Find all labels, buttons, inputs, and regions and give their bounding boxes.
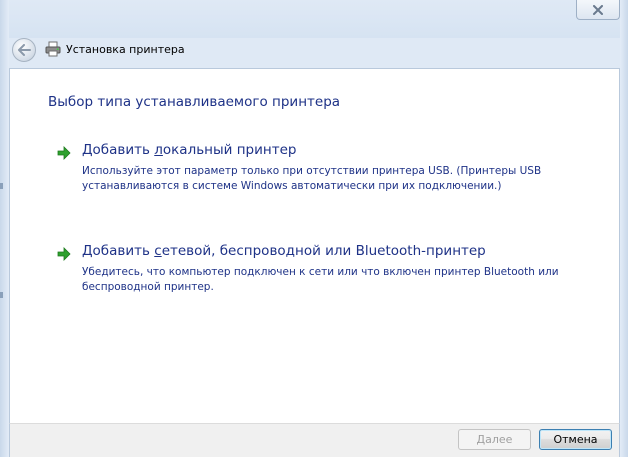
option-local-printer-description: Используйте этот параметр только при отс… xyxy=(82,165,542,192)
option-accel-key: л xyxy=(154,142,163,158)
option-title-text: Добавить xyxy=(82,142,155,158)
next-label: алее xyxy=(485,433,513,446)
option-title-text: Добавить xyxy=(82,243,155,259)
option-accel-key: с xyxy=(154,243,162,259)
add-printer-window: Установка принтера Выбор типа устанавлив… xyxy=(0,0,628,457)
desktop-edge-mark xyxy=(0,183,3,189)
next-button[interactable]: Далее xyxy=(458,429,531,450)
page-heading: Выбор типа устанавливаемого принтера xyxy=(48,94,341,110)
title-bar xyxy=(9,0,620,38)
green-arrow-icon xyxy=(57,247,71,261)
option-local-printer[interactable]: Добавить локальный принтер Используйте э… xyxy=(56,142,596,192)
window-title: Установка принтера xyxy=(66,43,185,56)
option-network-printer-title[interactable]: Добавить сетевой, беспроводной или Bluet… xyxy=(82,243,486,259)
green-arrow-icon xyxy=(57,146,71,160)
option-title-text: етевой, беспроводной или Bluetooth-принт… xyxy=(161,243,486,259)
wizard-content: Выбор типа устанавливаемого принтера Доб… xyxy=(9,68,620,423)
close-icon xyxy=(593,4,603,15)
desktop-edge-mark xyxy=(0,292,3,298)
close-button[interactable] xyxy=(576,0,620,20)
next-accel-key: Д xyxy=(476,433,486,446)
option-title-text: окальный принтер xyxy=(162,142,297,158)
back-button[interactable] xyxy=(12,38,36,62)
option-network-printer[interactable]: Добавить сетевой, беспроводной или Bluet… xyxy=(56,243,596,293)
back-arrow-icon xyxy=(18,44,31,56)
printer-icon xyxy=(45,41,61,57)
option-local-printer-title[interactable]: Добавить локальный принтер xyxy=(82,142,296,158)
cancel-button[interactable]: Отмена xyxy=(539,429,612,450)
wizard-footer: Далее Отмена xyxy=(9,423,620,457)
window-frame-right xyxy=(620,0,628,457)
desktop-edge xyxy=(0,0,9,457)
option-network-printer-description: Убедитесь, что компьютер подключен к сет… xyxy=(82,266,559,293)
